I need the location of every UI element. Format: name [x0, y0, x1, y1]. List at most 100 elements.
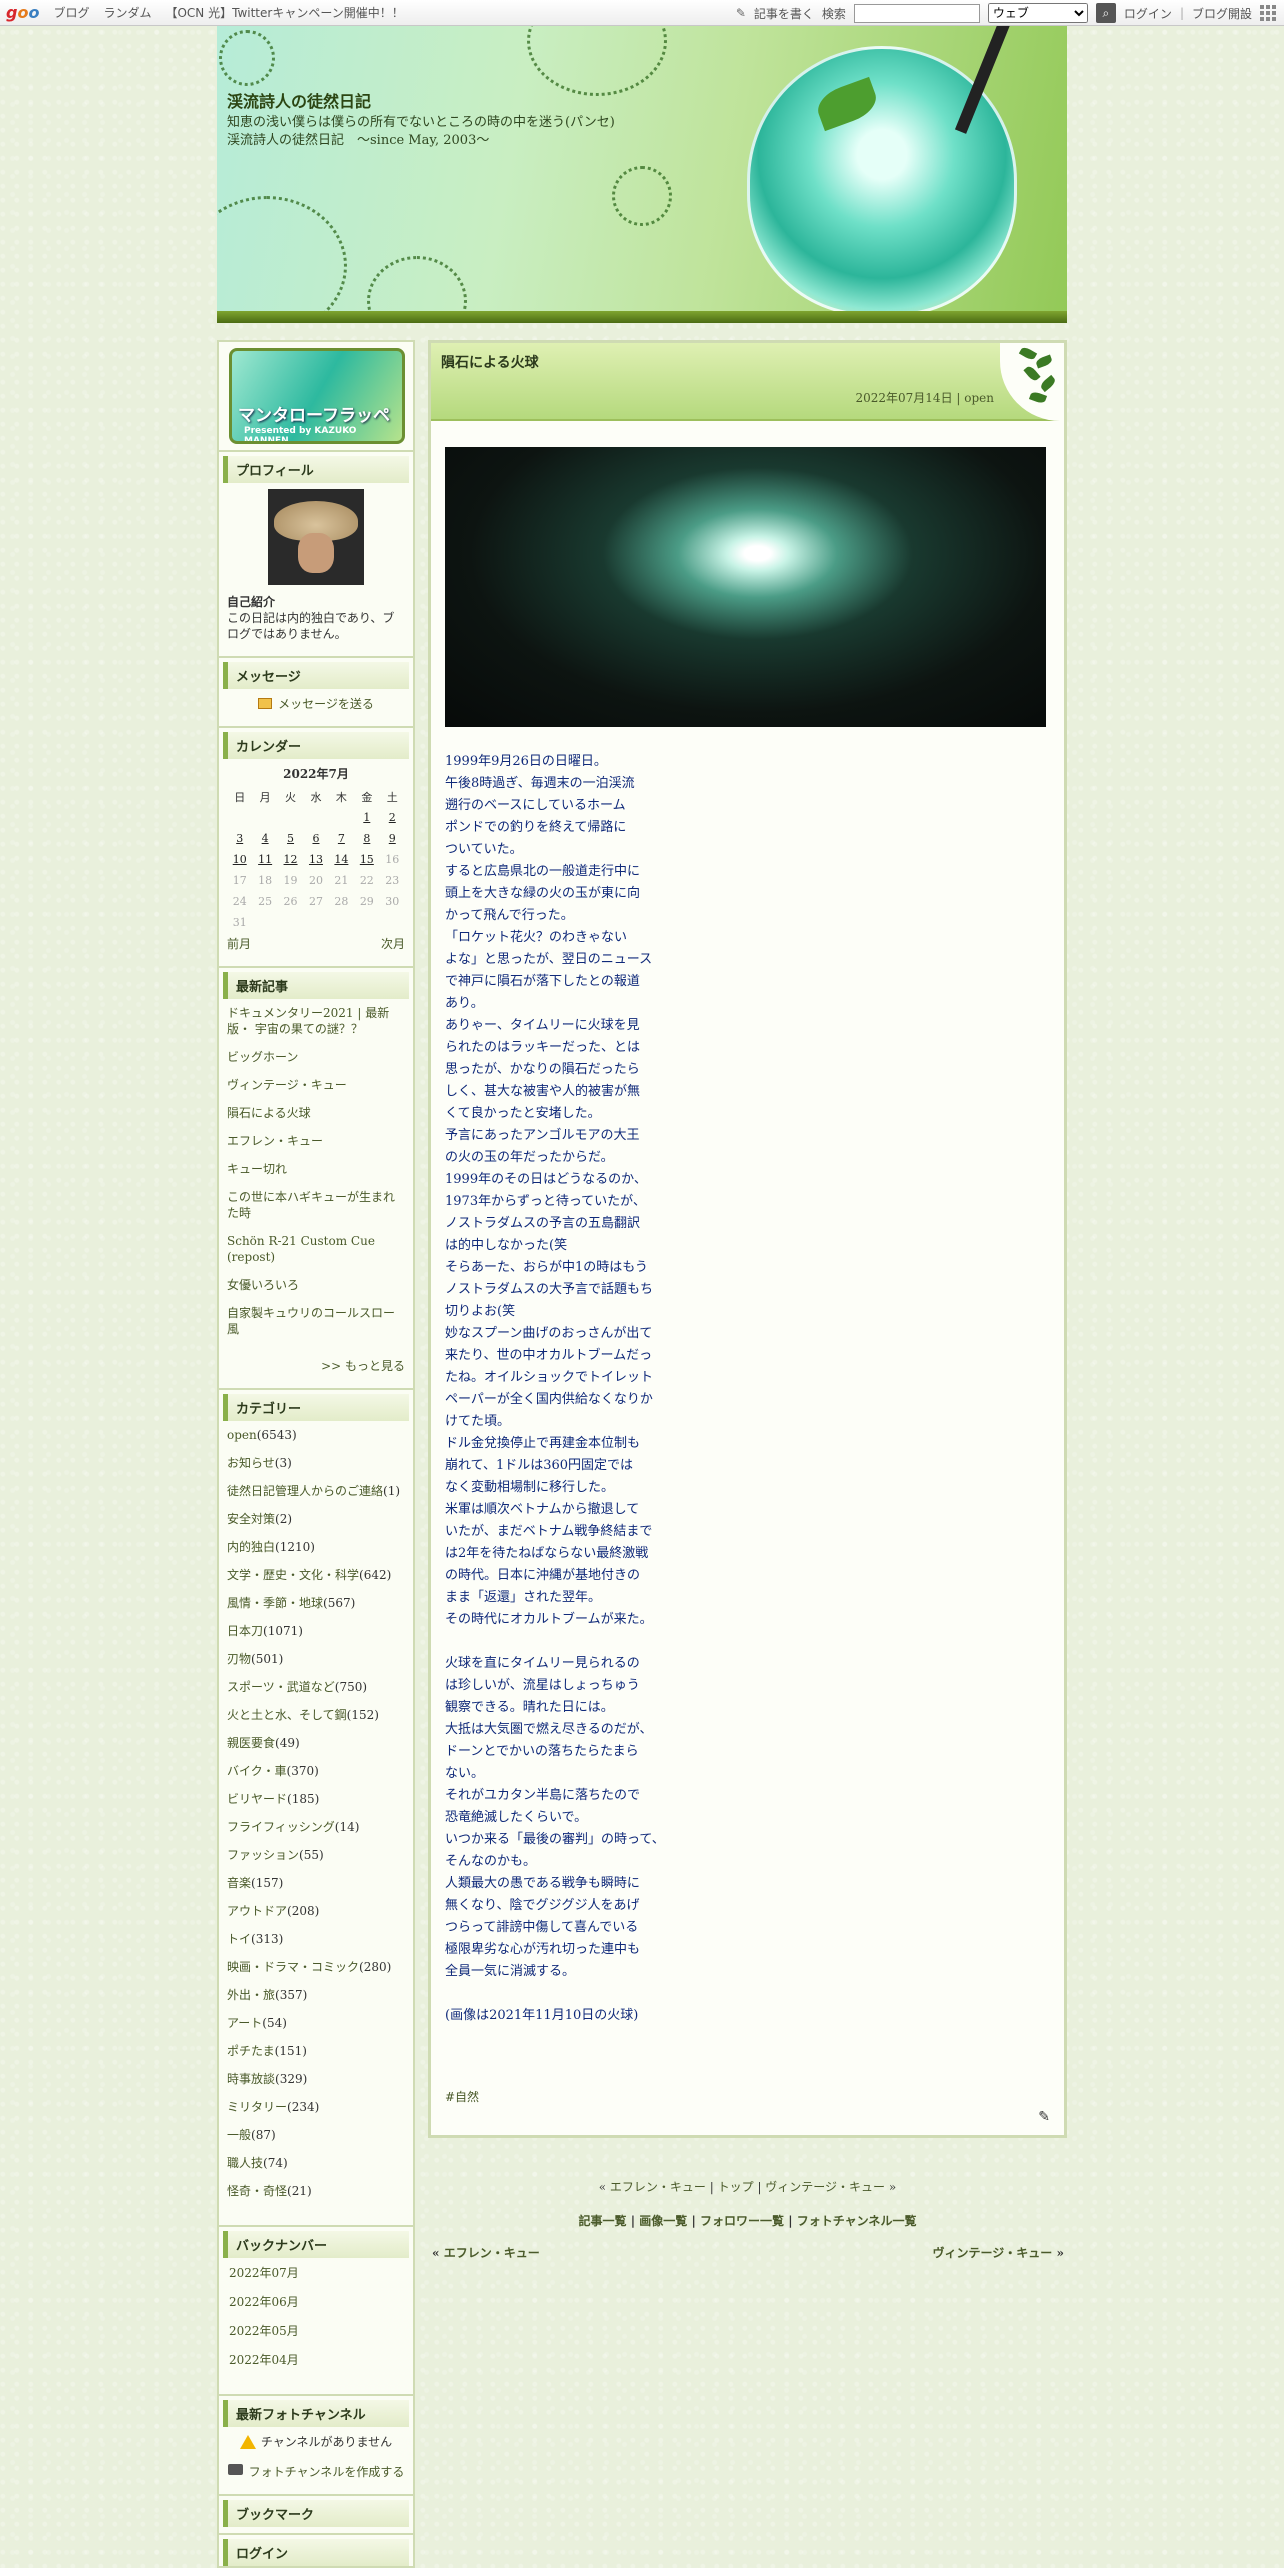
goo-logo[interactable]: goo: [6, 3, 39, 22]
calendar-day[interactable]: 10: [227, 849, 252, 870]
category-count: (6543): [256, 1428, 297, 1442]
calendar-day[interactable]: 3: [227, 828, 252, 849]
prev-article-bottom-link[interactable]: エフレン・キュー: [444, 2246, 540, 2260]
send-message-link[interactable]: メッセージを送る: [278, 695, 374, 712]
calendar-day[interactable]: 13: [303, 849, 328, 870]
category-link[interactable]: 音楽: [227, 1876, 251, 1890]
calendar-day[interactable]: 4: [252, 828, 277, 849]
category-link[interactable]: 親医要食: [227, 1736, 275, 1750]
next-article-link[interactable]: ヴィンテージ・キュー: [765, 2180, 885, 2194]
calendar-next-link[interactable]: 次月: [381, 935, 405, 952]
write-article-link[interactable]: 記事を書く: [754, 5, 814, 22]
calendar-day: 22: [359, 874, 374, 887]
category-count: (55): [299, 1848, 324, 1862]
category-link[interactable]: スポーツ・武道など: [227, 1680, 335, 1694]
sidebar-banner[interactable]: マンタローフラッペ Presented by KAZUKO MANNEN: [229, 348, 405, 444]
category-link[interactable]: 日本刀: [227, 1624, 263, 1638]
photo-channel-list-link[interactable]: フォトチャンネル一覧: [797, 2214, 917, 2228]
category-link[interactable]: ミリタリー: [227, 2100, 287, 2114]
post-tag[interactable]: #自然: [445, 2088, 479, 2105]
backnumber-link[interactable]: 2022年04月: [229, 2353, 299, 2367]
recent-article-link[interactable]: この世に本ハギキューが生まれた時: [227, 1190, 395, 1220]
category-link[interactable]: 刃物: [227, 1652, 251, 1666]
recent-article-link[interactable]: ヴィンテージ・キュー: [227, 1078, 347, 1092]
search-scope-select[interactable]: ウェブ: [987, 3, 1088, 23]
create-photo-channel-link[interactable]: フォトチャンネルを作成する: [249, 2464, 405, 2480]
category-link[interactable]: ポチたま: [227, 2044, 275, 2058]
calendar-day[interactable]: 5: [278, 828, 303, 849]
recent-article-link[interactable]: キュー切れ: [227, 1162, 287, 1176]
category-link[interactable]: 内的独白: [227, 1540, 275, 1554]
toolbar-link-campaign[interactable]: 【OCN 光】Twitterキャンペーン開催中！！: [165, 4, 403, 21]
category-link[interactable]: お知らせ: [227, 1456, 275, 1470]
calendar-day[interactable]: 1: [354, 807, 379, 828]
backnumber-link[interactable]: 2022年07月: [229, 2266, 299, 2280]
calendar-day[interactable]: 8: [354, 828, 379, 849]
next-article-bottom-link[interactable]: ヴィンテージ・キュー: [933, 2246, 1053, 2260]
toolbar-link-random[interactable]: ランダム: [103, 4, 151, 21]
recent-article-link[interactable]: エフレン・キュー: [227, 1134, 323, 1148]
calendar-day[interactable]: 11: [252, 849, 277, 870]
top-link[interactable]: トップ: [718, 2180, 754, 2194]
image-list-link[interactable]: 画像一覧: [639, 2214, 687, 2228]
recent-article-link[interactable]: ビッグホーン: [227, 1050, 298, 1064]
category-link[interactable]: 映画・ドラマ・コミック: [227, 1960, 359, 1974]
calendar-day[interactable]: 14: [329, 849, 354, 870]
category-link[interactable]: トイ: [227, 1932, 251, 1946]
avatar[interactable]: [268, 489, 364, 585]
blog-title[interactable]: 渓流詩人の徒然日記: [227, 88, 371, 112]
category-link[interactable]: 風情・季節・地球: [227, 1596, 323, 1610]
follower-list-link[interactable]: フォロワー一覧: [700, 2214, 784, 2228]
category-link[interactable]: 徒然日記管理人からのご連絡: [227, 1484, 383, 1498]
category-link[interactable]: open: [227, 1428, 257, 1442]
grid-menu-icon[interactable]: [1260, 5, 1276, 21]
post-date-link[interactable]: 2022年07月14日: [855, 391, 952, 405]
recent-article-link[interactable]: Schön R-21 Custom Cue (repost): [227, 1234, 387, 1264]
prev-article-link[interactable]: エフレン・キュー: [610, 2180, 706, 2194]
category-link[interactable]: フライフィッシング: [227, 1820, 335, 1834]
fireball-night-sky-image[interactable]: [445, 447, 1046, 727]
edit-pencil-icon[interactable]: ✎: [1038, 2109, 1050, 2125]
category-link[interactable]: ビリヤード: [227, 1792, 287, 1806]
category-link[interactable]: 時事放談: [227, 2072, 275, 2086]
post-category-link[interactable]: open: [964, 391, 994, 405]
calendar-day[interactable]: 7: [329, 828, 354, 849]
recent-article-link[interactable]: ドキュメンタリー2021 | 最新版・ 宇宙の果ての謎？？: [227, 1006, 389, 1036]
search-icon[interactable]: ⌕: [1095, 3, 1116, 23]
calendar-day[interactable]: 6: [303, 828, 328, 849]
category-item: 親医要食(49): [227, 1735, 405, 1751]
calendar-day[interactable]: 9: [380, 828, 405, 849]
search-input[interactable]: [853, 3, 980, 23]
category-link[interactable]: 文学・歴史・文化・科学: [227, 1568, 359, 1582]
category-link[interactable]: バイク・車: [227, 1764, 287, 1778]
calendar-day[interactable]: 15: [354, 849, 379, 870]
more-link[interactable]: >> もっと見る: [321, 1359, 405, 1373]
category-count: (21): [287, 2184, 312, 2198]
category-link[interactable]: 怪奇・奇怪: [227, 2184, 287, 2198]
backnumber-link[interactable]: 2022年05月: [229, 2324, 299, 2338]
category-link[interactable]: 外出・旅: [227, 1988, 275, 2002]
category-link[interactable]: 火と土と水、そして鋼: [227, 1708, 347, 1722]
category-link[interactable]: アート: [227, 2016, 262, 2030]
recent-article-link[interactable]: 女優いろいろ: [227, 1278, 299, 1292]
article-list-link[interactable]: 記事一覧: [579, 2214, 627, 2228]
category-link[interactable]: ファッション: [227, 1848, 299, 1862]
login-link[interactable]: ログイン: [1124, 5, 1172, 22]
recent-article-link[interactable]: 自家製キュウリのコールスロー風: [227, 1306, 395, 1336]
category-link[interactable]: アウトドア: [227, 1904, 287, 1918]
category-link[interactable]: 一般: [227, 2128, 251, 2142]
category-link[interactable]: 職人技: [227, 2156, 263, 2170]
backnumber-link[interactable]: 2022年06月: [229, 2295, 299, 2309]
calendar-day[interactable]: 12: [278, 849, 303, 870]
open-blog-link[interactable]: ブログ開設: [1192, 5, 1252, 22]
calendar-day[interactable]: 2: [380, 807, 405, 828]
calendar-prev-link[interactable]: 前月: [227, 935, 251, 952]
category-item: トイ(313): [227, 1931, 405, 1947]
category-link[interactable]: 安全対策: [227, 1512, 275, 1526]
warning-icon: [239, 2434, 256, 2449]
calendar-day: [278, 807, 303, 828]
calendar-day: 29: [359, 895, 374, 908]
recent-article-link[interactable]: 隕石による火球: [227, 1106, 311, 1120]
toolbar-link-blog[interactable]: ブログ: [53, 4, 89, 21]
category-count: (329): [275, 2072, 308, 2086]
